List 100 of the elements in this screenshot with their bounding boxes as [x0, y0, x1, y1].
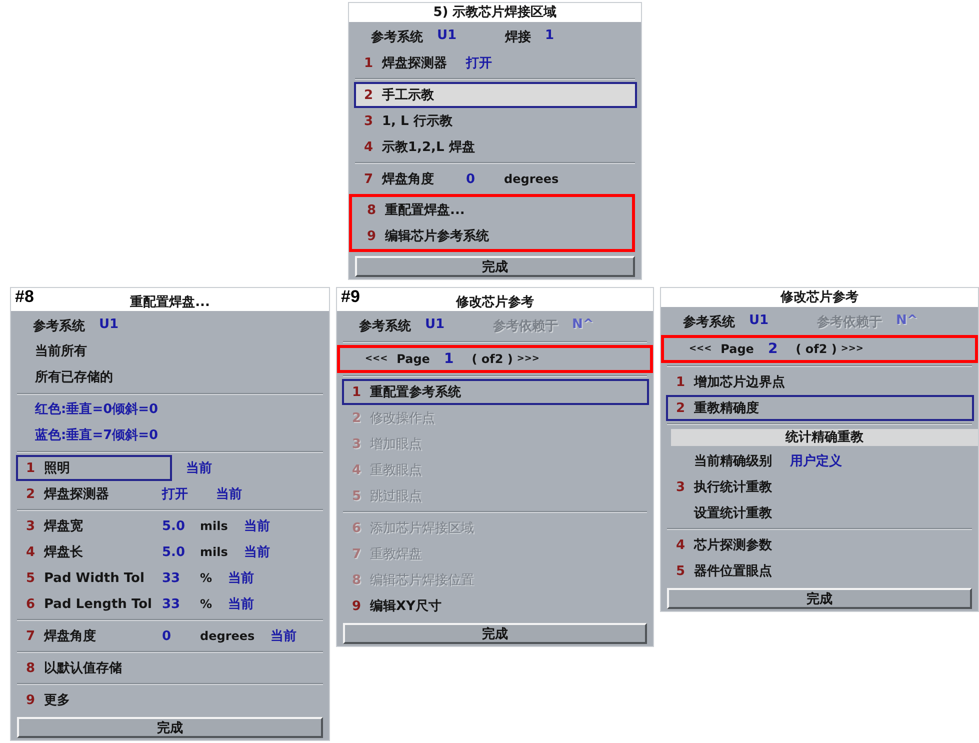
item-number: 2 — [26, 486, 36, 502]
page-label: Page — [720, 342, 754, 356]
unit-label: degrees — [504, 172, 559, 186]
done-button[interactable]: 完成 — [343, 623, 647, 644]
unit-label: mils — [200, 519, 228, 533]
panel-title: 修改芯片参考 — [661, 288, 978, 307]
menu-item[interactable]: 4 示教1,2,L 焊盘 — [354, 134, 637, 160]
item-number: 6 — [352, 520, 362, 536]
info-text: 当前所有 — [34, 343, 88, 361]
item-value: 0 — [466, 172, 476, 186]
item-number: 5 — [676, 564, 686, 578]
field-label: 参考系统 — [33, 318, 85, 335]
item-number: 8 — [367, 202, 378, 218]
panel-title: 重配置焊盘... — [49, 288, 329, 311]
item-value: 5.0 — [162, 544, 186, 560]
item-value: 33 — [162, 570, 182, 586]
unit-label: % — [200, 571, 212, 585]
done-button[interactable]: 完成 — [17, 717, 323, 738]
menu-item[interactable]: 6 Pad Length Tol 33 % — [16, 591, 214, 617]
menu-item[interactable]: 5 器件位置眼点 — [666, 558, 974, 584]
page-label: Page — [396, 352, 430, 366]
status-label: 当前 — [228, 596, 254, 613]
unit-label: % — [200, 597, 212, 611]
page-next-button[interactable]: >>> — [840, 344, 864, 354]
menu-item[interactable]: 2 手工示教 — [354, 82, 637, 108]
status-label: 当前 — [216, 486, 242, 503]
field-value: N^ — [896, 313, 918, 330]
item-number: 5 — [26, 570, 36, 586]
menu-item[interactable]: 8 重配置焊盘... — [357, 197, 628, 223]
field-label: 参考系统 — [683, 314, 735, 331]
menu-item[interactable]: 9 更多 — [16, 687, 325, 713]
menu-item[interactable]: 4 焊盘长 5.0 mils — [16, 539, 230, 565]
menu-item[interactable]: 1 焊盘探测器 打开 — [354, 50, 637, 76]
menu-item[interactable]: 1 照明 — [16, 455, 172, 481]
page-prev-button[interactable]: <<< — [365, 354, 388, 364]
item-number: 4 — [352, 462, 362, 478]
item-value: 33 — [162, 596, 182, 612]
menu-item[interactable]: 8 以默认值存储 — [16, 655, 325, 681]
menu-item[interactable]: 4 芯片探测参数 — [666, 532, 974, 558]
menu-item[interactable]: 设置统计重教 — [666, 500, 974, 526]
item-value: 0 — [162, 628, 172, 644]
menu-item[interactable]: 3 执行统计重教 — [666, 474, 974, 500]
page-total: ( of2 ) — [472, 352, 513, 366]
unit-label: mils — [200, 545, 228, 559]
menu-item[interactable]: 2 焊盘探测器 打开 — [16, 481, 202, 507]
menu-item[interactable]: 5 Pad Width Tol 33 % — [16, 565, 214, 591]
figure-tag: #8 — [11, 288, 49, 311]
info-text: 所有已存储的 — [34, 369, 114, 387]
note-text: 红色:垂直=0倾斜=0 — [34, 400, 160, 419]
item-number: 4 — [364, 140, 374, 154]
done-button[interactable]: 完成 — [355, 256, 635, 277]
item-number: 2 — [676, 400, 686, 416]
menu-item[interactable]: 3 焊盘宽 5.0 mils — [16, 513, 230, 539]
menu-item[interactable]: 3 1, L 行示教 — [354, 108, 637, 134]
panel-title: 5) 示教芯片焊接区域 — [349, 3, 641, 22]
item-number: 1 — [352, 384, 362, 400]
field-value: U1 — [437, 28, 457, 45]
item-value: 用户定义 — [790, 452, 842, 470]
item-number: 3 — [352, 436, 362, 452]
item-number: 8 — [352, 572, 362, 588]
item-number: 3 — [676, 480, 686, 494]
page-total: ( of2 ) — [796, 342, 837, 356]
menu-item[interactable]: 1 重配置参考系统 — [342, 379, 649, 405]
item-number: 3 — [26, 518, 36, 534]
field-value: U1 — [749, 313, 769, 330]
field-value: U1 — [99, 317, 119, 334]
field-label: 参考系统 — [359, 318, 411, 335]
item-number: 9 — [367, 228, 378, 244]
field-label: 焊接 — [505, 28, 531, 46]
page-next-button[interactable]: >>> — [516, 354, 540, 364]
item-number: 5 — [352, 488, 362, 504]
menu-item[interactable]: 7 焊盘角度 0 degrees — [354, 166, 637, 192]
panel-title: 修改芯片参考 — [375, 288, 653, 311]
page-prev-button[interactable]: <<< — [689, 344, 712, 354]
item-number: 3 — [364, 114, 374, 128]
item-number: 9 — [352, 598, 362, 614]
menu-item[interactable]: 1 增加芯片边界点 — [666, 369, 974, 395]
item-number: 7 — [26, 628, 36, 644]
unit-label: degrees — [200, 629, 255, 643]
menu-item[interactable]: 9 编辑XY尺寸 — [342, 593, 649, 619]
item-number: 9 — [26, 692, 36, 708]
done-button[interactable]: 完成 — [667, 588, 972, 609]
item-number: 7 — [364, 172, 374, 186]
item-number: 8 — [26, 660, 36, 676]
field-value: U1 — [425, 317, 445, 334]
status-label: 当前 — [244, 518, 270, 535]
item-number: 4 — [26, 544, 36, 560]
menu-item[interactable]: 9 编辑芯片参考系统 — [357, 223, 628, 249]
field-value: N^ — [572, 317, 594, 334]
item-number: 2 — [364, 88, 374, 102]
status-label: 当前 — [270, 628, 297, 645]
item-value: 打开 — [162, 486, 189, 503]
page-number: 2 — [768, 341, 778, 357]
field-label: 参考系统 — [371, 28, 423, 46]
item-value: 打开 — [466, 55, 493, 72]
status-label: 当前 — [228, 570, 254, 587]
menu-item[interactable]: 2 重教精确度 — [666, 395, 974, 421]
menu-item[interactable]: 当前精确级别 用户定义 — [666, 448, 974, 474]
menu-item[interactable]: 7 焊盘角度 0 degrees — [16, 623, 257, 649]
item-number: 1 — [26, 460, 36, 476]
